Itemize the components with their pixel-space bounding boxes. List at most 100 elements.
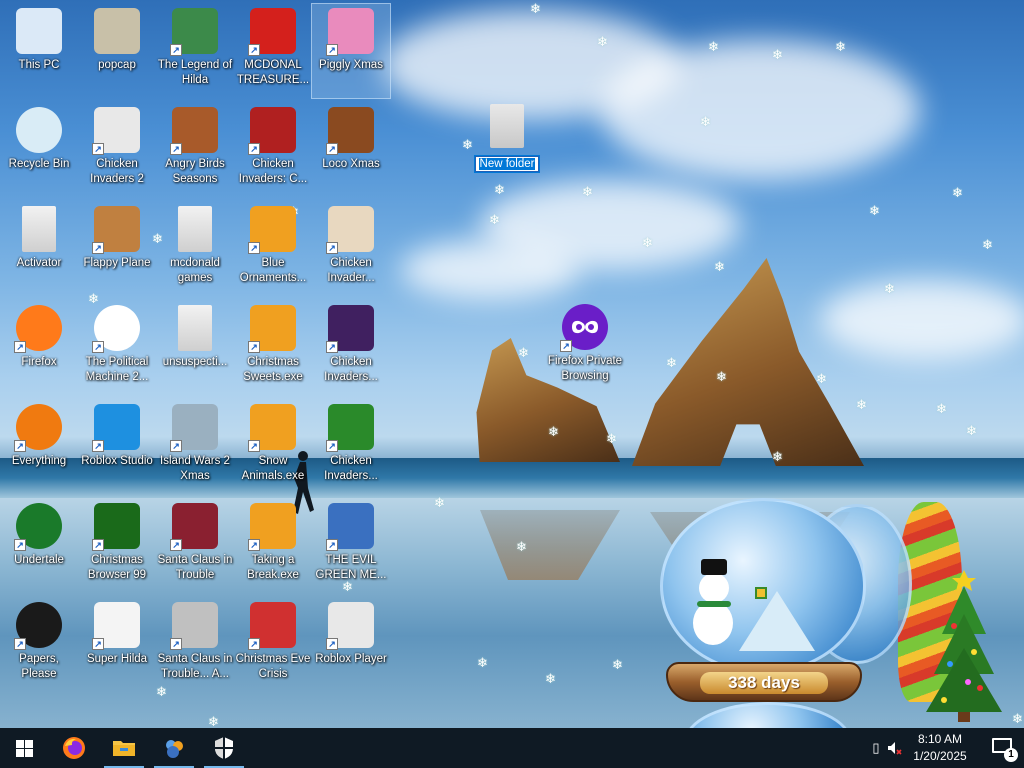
snowflake: ❄ xyxy=(816,371,827,386)
desktop-icon-political-machine[interactable]: ↗ The Political Machine 2... xyxy=(78,301,156,395)
snowman-icon xyxy=(693,601,733,645)
desktop-icon-mcdonalds[interactable]: ↗ MCDONAL TREASURE... xyxy=(234,4,312,98)
desktop-icon-angry-birds[interactable]: ↗ Angry Birds Seasons xyxy=(156,103,234,197)
desktop-icon-snow-animals-exe[interactable]: ↗ Snow Animals.exe xyxy=(234,400,312,494)
desktop-icon-label: MCDONAL TREASURE... xyxy=(236,59,310,86)
desktop-icon-chicken-invaders-2[interactable]: ↗ Chicken Invaders 2 xyxy=(78,103,156,197)
desktop-icon-label: Christmas Browser 99 xyxy=(87,554,147,581)
rename-field[interactable]: New folder xyxy=(473,155,541,173)
desktop-icon-chicken-invaders-xmas[interactable]: ↗ Chicken Invader... xyxy=(312,202,390,296)
recycle-bin-icon xyxy=(16,107,62,153)
desktop-icon-label: THE EVIL GREEN ME... xyxy=(315,554,387,581)
desktop-icon-island-wars[interactable]: ↗ Island Wars 2 Xmas xyxy=(156,400,234,494)
desktop-icon-super-hilda[interactable]: ↗ Super Hilda xyxy=(78,598,156,692)
chicken-invaders-5-icon: ↗ xyxy=(326,404,374,452)
snow-globe-widget[interactable]: 338 days xyxy=(654,490,1024,768)
shortcut-arrow-icon: ↗ xyxy=(248,44,260,56)
chicken-invaders-xmas-icon: ↗ xyxy=(326,206,374,254)
desktop-icon-label: Snow Animals.exe xyxy=(241,455,305,482)
desktop-icon-evil-green[interactable]: ↗ THE EVIL GREEN ME... xyxy=(312,499,390,593)
desktop-icon-chicken-invaders-c[interactable]: ↗ Chicken Invaders: C... xyxy=(234,103,312,197)
desktop-icon-flappy-plane[interactable]: ↗ Flappy Plane xyxy=(78,202,156,296)
desktop-icon-hilda-game[interactable]: ↗ The Legend of Hilda xyxy=(156,4,234,98)
desktop-icon-folder[interactable]: unsuspecti... xyxy=(156,301,234,395)
desktop-icon-christmas-tree[interactable]: ↗ Christmas Browser 99 xyxy=(78,499,156,593)
action-center-button[interactable]: 1 xyxy=(992,738,1018,762)
desktop-icon-santa-trouble[interactable]: ↗ Santa Claus in Trouble xyxy=(156,499,234,593)
christmas-tree-icon xyxy=(926,570,1002,722)
notification-count-badge: 1 xyxy=(1004,748,1018,762)
desktop-icon-everything-search[interactable]: ↗ Everything xyxy=(0,400,78,494)
desktop-icon-chicken-invaders-5[interactable]: ↗ Chicken Invaders... xyxy=(312,400,390,494)
desktop-icon-label: Santa Claus in Trouble xyxy=(157,554,233,581)
computer-icon xyxy=(16,8,62,54)
desktop-icon-label: Piggly Xmas xyxy=(319,59,383,71)
desktop-icon-firefox[interactable]: ↗ Firefox xyxy=(0,301,78,395)
snowflake: ❄ xyxy=(869,203,880,218)
hilda-game-icon: ↗ xyxy=(170,8,218,56)
snowflake: ❄ xyxy=(835,39,846,54)
snowflake: ❄ xyxy=(477,655,488,670)
desktop-icon-label: Chicken Invader... xyxy=(327,257,375,284)
system-clock[interactable]: 8:10 AM 1/20/2025 xyxy=(900,731,980,765)
desktop-icon-chicken-invaders-4[interactable]: ↗ Chicken Invaders... xyxy=(312,301,390,395)
taskbar-file-explorer[interactable] xyxy=(100,728,148,768)
shortcut-arrow-icon: ↗ xyxy=(248,242,260,254)
folder-icon xyxy=(490,104,524,148)
papers-please-icon: ↗ xyxy=(14,602,62,650)
desktop-icon-label: Santa Claus in Trouble... A... xyxy=(157,653,233,680)
taskbar-start-button[interactable] xyxy=(0,728,48,768)
desktop-icon-sweets-exe[interactable]: ↗ Christmas Sweets.exe xyxy=(234,301,312,395)
snowflake: ❄ xyxy=(434,495,445,510)
snowflake: ❄ xyxy=(548,424,559,439)
christmas-tree-icon: ↗ xyxy=(92,503,140,551)
shortcut-arrow-icon: ↗ xyxy=(92,440,104,452)
shortcut-arrow-icon: ↗ xyxy=(248,638,260,650)
taskbar-evil-green-me[interactable] xyxy=(150,728,198,768)
cloud xyxy=(400,240,580,300)
desktop-icon-roblox-player[interactable]: ↗ Roblox Player xyxy=(312,598,390,692)
desktop-icon-recycle-bin[interactable]: Recycle Bin xyxy=(0,103,78,197)
new-folder-icon-item[interactable]: New folder xyxy=(470,104,544,173)
desktop-icon-ornaments-exe[interactable]: ↗ Blue Ornaments... xyxy=(234,202,312,296)
shortcut-arrow-icon: ↗ xyxy=(170,44,182,56)
shortcut-arrow-icon: ↗ xyxy=(14,440,26,452)
folder-icon xyxy=(178,305,212,351)
desktop-icon-firefox-private[interactable]: ↗ Firefox Private Browsing xyxy=(546,300,624,394)
taskbar-firefox[interactable] xyxy=(50,728,98,768)
activator-icon xyxy=(22,206,56,252)
desktop-icon-piggly-xmas[interactable]: ↗ Piggly Xmas xyxy=(311,3,391,99)
desktop-icon-santa-trouble-2[interactable]: ↗ Santa Claus in Trouble... A... xyxy=(156,598,234,692)
snowflake: ❄ xyxy=(936,401,947,416)
windows-logo-icon xyxy=(15,739,33,757)
desktop-icon-label: Papers, Please xyxy=(19,653,59,680)
desktop-icon-label: Recycle Bin xyxy=(8,158,70,170)
clock-date: 1/20/2025 xyxy=(913,749,967,763)
desktop-icon-computer[interactable]: This PC xyxy=(0,4,78,98)
desktop-icon-christmas-eve-crisis[interactable]: ↗ Christmas Eve Crisis xyxy=(234,598,312,692)
snowflake: ❄ xyxy=(772,47,783,62)
desktop-icon-label: Loco Xmas xyxy=(322,158,380,170)
desktop-icon-label: The Political Machine 2... xyxy=(85,356,149,383)
everything-search-icon: ↗ xyxy=(14,404,62,452)
desktop-icon-label: Island Wars 2 Xmas xyxy=(160,455,230,482)
shortcut-arrow-icon: ↗ xyxy=(170,539,182,551)
shortcut-arrow-icon: ↗ xyxy=(326,539,338,551)
desktop-icon-taking-break-exe[interactable]: ↗ Taking a Break.exe xyxy=(234,499,312,593)
shortcut-arrow-icon: ↗ xyxy=(248,143,260,155)
cloud xyxy=(820,280,1024,360)
desktop-icon-activator[interactable]: Activator xyxy=(0,202,78,296)
desktop-icon-papers-please[interactable]: ↗ Papers, Please xyxy=(0,598,78,692)
desktop-icon-undertale[interactable]: ↗ Undertale xyxy=(0,499,78,593)
shortcut-arrow-icon: ↗ xyxy=(326,440,338,452)
desktop-icon-loco-xmas[interactable]: ↗ Loco Xmas xyxy=(312,103,390,197)
desktop-icon-folder[interactable]: mcdonald games xyxy=(156,202,234,296)
desktop-icon-popcap-folder[interactable]: popcap xyxy=(78,4,156,98)
flappy-plane-icon: ↗ xyxy=(92,206,140,254)
gift-icon xyxy=(755,587,767,599)
network-icon[interactable]: ▯ xyxy=(868,740,884,756)
taskbar-security[interactable] xyxy=(200,728,248,768)
desktop-icon-roblox-studio[interactable]: ↗ Roblox Studio xyxy=(78,400,156,494)
desktop-icon-label: Angry Birds Seasons xyxy=(165,158,225,185)
snowflake: ❄ xyxy=(666,355,677,370)
